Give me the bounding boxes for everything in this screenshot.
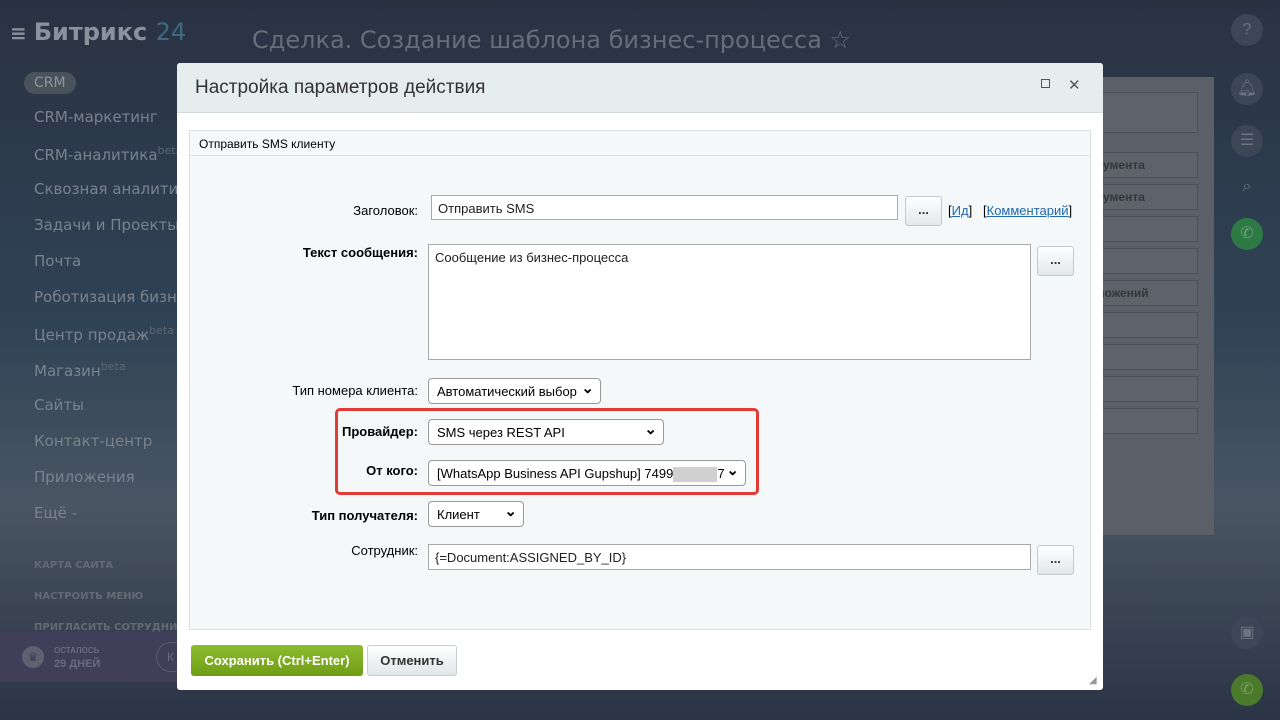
background-row — [1090, 344, 1198, 370]
menu-icon[interactable]: ≡ — [10, 21, 34, 45]
background-row: ложений — [1090, 280, 1198, 306]
employee-insert-button[interactable]: ... — [1037, 545, 1074, 575]
sidebar-item[interactable]: Приложения — [34, 468, 178, 486]
employee-label: Сотрудник: — [351, 543, 418, 558]
maximize-icon[interactable] — [1041, 79, 1050, 88]
sidebar-item[interactable]: Роботизация бизнеса — [34, 288, 178, 306]
links: [Ид] [Комментарий] — [948, 203, 1073, 218]
background-row — [1090, 376, 1198, 402]
recipient-type-label: Тип получателя: — [311, 508, 418, 523]
crown-icon: ♛ — [22, 646, 44, 668]
sidebar-item[interactable]: Сквозная аналитика — [34, 180, 178, 198]
employee-input[interactable]: {=Document:ASSIGNED_BY_ID} — [428, 544, 1031, 570]
number-type-select[interactable]: Автоматический выбор — [428, 378, 601, 404]
trial-days: 29 ДНЕЙ — [54, 658, 101, 670]
title-label: Заголовок: — [353, 203, 418, 218]
from-select[interactable]: [WhatsApp Business API Gupshup] 7499 7 — [428, 460, 746, 486]
dialog-header: Настройка параметров действия ✕ — [177, 63, 1103, 113]
sidebar-item[interactable]: Контакт-центр — [34, 432, 178, 450]
sidebar-item[interactable]: Почта — [34, 252, 178, 270]
background-row — [1090, 248, 1198, 274]
sidebar-configure-menu[interactable]: НАСТРОИТЬ МЕНЮ — [34, 591, 178, 602]
close-icon[interactable]: ✕ — [1068, 76, 1081, 94]
recipient-type-select[interactable]: Клиент — [428, 501, 524, 527]
cancel-button[interactable]: Отменить — [367, 645, 457, 676]
sidebar-item-crm[interactable]: CRM — [24, 72, 76, 94]
action-settings-dialog: Настройка параметров действия ✕ Отправит… — [177, 63, 1103, 690]
sidebar-item[interactable]: Задачи и Проекты — [34, 216, 178, 234]
help-icon[interactable]: ? — [1231, 14, 1263, 46]
trial-bar: ♛ ОСТАЛОСЬ 29 ДНЕЙ К — [0, 632, 196, 682]
sidebar-item[interactable]: CRM-маркетинг — [34, 108, 178, 126]
background-panel — [1090, 77, 1214, 535]
page-title: Сделка. Создание шаблона бизнес-процесса… — [252, 26, 852, 54]
redacted — [673, 467, 718, 483]
background-row — [1090, 312, 1198, 338]
background-row — [1090, 92, 1198, 133]
sidebar-item[interactable]: Сайты — [34, 396, 178, 414]
sidebar-item[interactable]: Магазинbeta — [34, 360, 178, 380]
phone-icon[interactable]: ✆ — [1231, 674, 1263, 706]
chat-icon[interactable]: ☰ — [1231, 125, 1263, 157]
message-text-label: Текст сообщения: — [302, 245, 418, 260]
search-icon[interactable]: ⌕ — [1231, 171, 1263, 203]
save-button[interactable]: Сохранить (Ctrl+Enter) — [191, 645, 363, 676]
star-icon[interactable]: ☆ — [830, 26, 852, 54]
title-input[interactable]: Отправить SMS — [431, 195, 898, 220]
provider-select[interactable]: SMS через REST API — [428, 419, 664, 445]
sidebar-sitemap[interactable]: КАРТА САЙТА — [34, 560, 178, 571]
number-type-label: Тип номера клиента: — [292, 383, 418, 398]
sidebar-item[interactable]: Центр продажbeta — [34, 324, 178, 344]
contact-icon[interactable]: ▣ — [1231, 617, 1263, 649]
background-row — [1090, 216, 1198, 242]
bell-icon[interactable]: 🔔︎ — [1231, 73, 1263, 105]
message-text-area[interactable]: Сообщение из бизнес-процесса — [428, 244, 1031, 360]
text-insert-button[interactable]: ... — [1037, 246, 1074, 276]
sidebar-item[interactable]: CRM-аналитикаbeta — [34, 144, 178, 164]
tab-send-sms[interactable]: Отправить SMS клиенту — [190, 131, 1090, 156]
title-insert-button[interactable]: ... — [905, 196, 942, 226]
dialog-title: Настройка параметров действия — [195, 77, 486, 98]
background-row: кумента — [1090, 184, 1198, 210]
whatsapp-icon[interactable]: ✆ — [1231, 218, 1263, 250]
comment-link[interactable]: Комментарий — [987, 203, 1069, 218]
background-row: кумента — [1090, 152, 1198, 178]
from-label: От кого: — [366, 463, 418, 478]
provider-label: Провайдер: — [341, 424, 418, 439]
logo[interactable]: ≡ Битрикс 24 — [10, 18, 186, 46]
background-row — [1090, 408, 1198, 434]
sidebar-item[interactable]: Ещё - — [34, 504, 178, 522]
trial-label: ОСТАЛОСЬ — [54, 646, 100, 655]
resize-handle[interactable]: ◢ — [1089, 675, 1097, 686]
id-link[interactable]: Ид — [952, 203, 969, 218]
